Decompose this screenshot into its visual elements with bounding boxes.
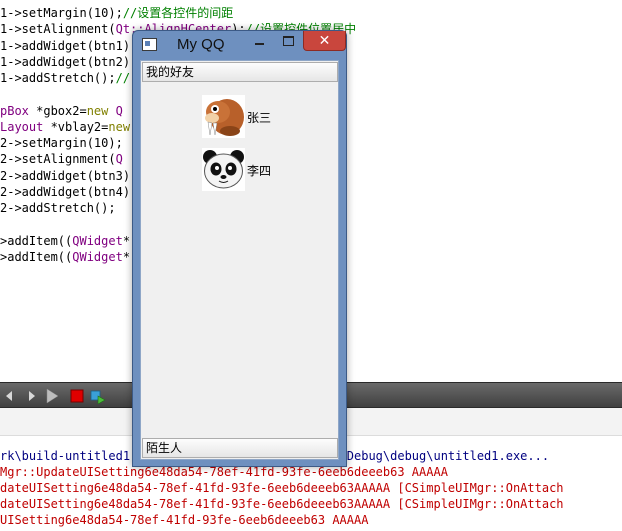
code-token: 2->addStretch(); xyxy=(0,201,116,215)
code-token: >addItem(( xyxy=(0,233,73,248)
stop-debug-icon[interactable] xyxy=(70,389,84,403)
friend-name: 李四 xyxy=(247,164,272,178)
close-button[interactable]: ✕ xyxy=(303,31,346,51)
window-titlebar[interactable]: My QQ ✕ xyxy=(133,31,346,59)
code-token: 2->setAlignment( xyxy=(0,152,116,167)
code-token: *vblay2= xyxy=(43,119,109,134)
code-token: 1->setAlignment( xyxy=(0,22,116,37)
group-tab-my-friends[interactable]: 我的好友 xyxy=(142,62,338,82)
code-line: 1->addWidget(btn2); xyxy=(0,54,137,70)
group-tab-strangers[interactable]: 陌生人 xyxy=(142,438,338,458)
walrus-avatar-icon xyxy=(202,95,245,138)
minimize-button[interactable] xyxy=(244,31,274,51)
friends-list: 张三 李四 xyxy=(142,83,338,437)
step-over-icon[interactable] xyxy=(90,388,106,404)
code-token: // xyxy=(115,71,131,85)
code-line: 2->addWidget(btn3); xyxy=(0,168,137,184)
code-token: 1->setMargin(10); xyxy=(0,6,123,20)
panda-avatar-icon xyxy=(202,148,245,191)
code-line: 2->setMargin(10); xyxy=(0,135,123,151)
code-line: Layout *vblay2=new xyxy=(0,119,130,135)
code-token: QWidget xyxy=(72,233,123,248)
output-line: dateUISetting6e48da54-78ef-41fd-93fe-6ee… xyxy=(0,497,564,511)
code-token: *gbox2= xyxy=(28,103,87,118)
code-token: 1->addWidget(btn2); xyxy=(0,54,138,69)
code-token: 2->addWidget(btn4); xyxy=(0,184,138,199)
code-token: Layout xyxy=(0,119,44,134)
code-line: 1->addWidget(btn1); xyxy=(0,38,137,54)
code-token: 1->addStretch(); xyxy=(0,71,116,85)
continue-play-icon[interactable] xyxy=(44,388,60,404)
back-arrow-icon[interactable] xyxy=(3,389,17,403)
code-token: pBox xyxy=(0,103,29,118)
code-line: 2->addWidget(btn4); xyxy=(0,184,137,200)
code-token: 2->setMargin(10); xyxy=(0,136,123,150)
code-token: //设置各控件的间距 xyxy=(122,6,234,20)
code-token: >addItem(( xyxy=(0,249,73,264)
app-window-icon[interactable] xyxy=(142,38,157,51)
code-line: pBox *gbox2=new Q xyxy=(0,103,123,119)
code-token: 2->addWidget(btn3); xyxy=(0,168,138,183)
window-title: My QQ xyxy=(177,36,225,53)
my-qq-window: My QQ ✕ 我的好友 张三 李四 陌生人 xyxy=(132,30,347,467)
maximize-button[interactable] xyxy=(274,31,302,51)
code-token: QWidget xyxy=(72,249,123,264)
code-line: 2->addStretch(); xyxy=(0,200,116,216)
friend-item-lisi[interactable]: 李四 xyxy=(202,148,292,192)
code-token: 1->addWidget(btn1); xyxy=(0,38,138,53)
output-line: dateUISetting6e48da54-78ef-41fd-93fe-6ee… xyxy=(0,481,564,495)
friend-item-zhangsan[interactable]: 张三 xyxy=(202,95,292,139)
code-token: Q xyxy=(115,152,123,167)
code-token: Q xyxy=(108,103,123,118)
friend-name: 张三 xyxy=(247,111,272,125)
code-token: new xyxy=(86,103,109,118)
code-token: new xyxy=(108,119,131,134)
code-line: 1->addStretch();// xyxy=(0,70,130,86)
toolbox-panel: 我的好友 张三 李四 陌生人 xyxy=(140,60,339,460)
code-line: 1->setMargin(10);//设置各控件的间距 xyxy=(0,5,233,21)
close-icon: ✕ xyxy=(318,33,331,49)
output-line: UISetting6e48da54-78ef-41fd-93fe-6eeb6de… xyxy=(0,513,369,527)
forward-arrow-icon[interactable] xyxy=(24,389,38,403)
